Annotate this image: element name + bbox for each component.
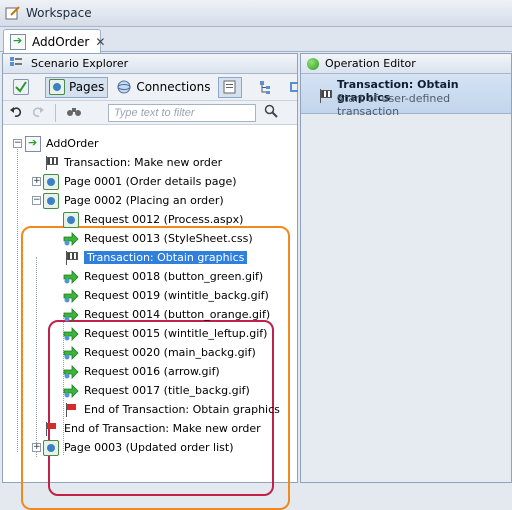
page-icon <box>43 173 59 190</box>
scenario-explorer-panel: Scenario Explorer Pages Connections Type… <box>2 53 339 510</box>
tree-node[interactable]: Request 0016 (arrow.gif) <box>63 363 220 380</box>
end-transaction-flag-icon <box>63 402 79 418</box>
transaction-flag-icon <box>43 155 59 171</box>
operation-banner: Transaction: Obtain graphics Start of us… <box>301 74 511 118</box>
view-details-button[interactable] <box>218 76 243 98</box>
scenario-icon <box>10 33 26 50</box>
tree-node[interactable]: Page 0002 (Placing an order) <box>43 192 224 209</box>
tab-addorder[interactable]: AddOrder ✕ <box>3 29 105 53</box>
request-page-icon <box>63 211 79 228</box>
collapse-expander[interactable]: − <box>13 139 22 148</box>
tree-node-label: End of Transaction: Make new order <box>64 422 261 435</box>
request-arrow-icon <box>63 307 79 323</box>
connections-toggle-button[interactable]: Connections <box>112 77 214 98</box>
operation-editor-title: Operation Editor <box>325 57 416 70</box>
tree-node-label: Page 0002 (Placing an order) <box>64 194 224 207</box>
expand-expander[interactable]: + <box>32 443 41 452</box>
tree-node-label: Request 0012 (Process.aspx) <box>84 213 244 226</box>
tree-node-label: Request 0016 (arrow.gif) <box>84 365 220 378</box>
tree-node-label: Request 0015 (wintitle_leftup.gif) <box>84 327 268 340</box>
pages-icon <box>49 79 65 95</box>
operation-editor-header: Operation Editor <box>301 54 511 74</box>
request-arrow-icon <box>63 364 79 380</box>
page-icon <box>43 439 59 456</box>
expand-expander[interactable]: + <box>32 177 41 186</box>
tree-node[interactable]: Request 0012 (Process.aspx) <box>63 211 243 228</box>
tree-node[interactable]: Request 0013 (StyleSheet.css) <box>63 230 253 247</box>
window-title: Workspace <box>26 6 92 20</box>
tree-node-label: Request 0017 (title_backg.gif) <box>84 384 250 397</box>
request-arrow-icon <box>63 269 79 285</box>
tree-node-label: Page 0003 (Updated order list) <box>64 441 234 454</box>
search-icon[interactable] <box>264 104 278 121</box>
tree-node-label: Transaction: Make new order <box>64 156 223 169</box>
operation-editor-panel: Operation Editor Transaction: Obtain gra… <box>300 53 512 483</box>
collapse-expander[interactable]: − <box>32 196 41 205</box>
scenario-tree: − AddOrder Transaction: Make new order +… <box>3 130 297 510</box>
check-button[interactable] <box>9 77 33 98</box>
filter-input[interactable] <box>108 103 256 122</box>
tree-node[interactable]: End of Transaction: Make new order <box>43 420 261 437</box>
check-icon <box>13 79 29 95</box>
request-arrow-icon <box>63 288 79 304</box>
tree-node[interactable]: Page 0003 (Updated order list) <box>43 439 234 456</box>
tree-node-label: Request 0018 (button_green.gif) <box>84 270 264 283</box>
end-transaction-flag-icon <box>43 421 59 437</box>
pages-toggle-button[interactable]: Pages <box>45 76 109 98</box>
operation-editor-icon <box>307 57 319 70</box>
tab-label: AddOrder <box>32 34 90 49</box>
explorer-icon <box>9 56 25 72</box>
connections-icon <box>116 79 132 95</box>
workspace-icon <box>5 5 21 21</box>
undo-icon[interactable] <box>9 104 23 121</box>
tree-expand-icon <box>258 79 274 95</box>
tree-root-label: AddOrder <box>46 137 99 150</box>
scenario-explorer-header: Scenario Explorer <box>3 54 297 74</box>
tree-node[interactable]: Request 0019 (wintitle_backg.gif) <box>63 287 269 304</box>
tree-node-label: Request 0019 (wintitle_backg.gif) <box>84 289 269 302</box>
transaction-flag-icon <box>317 88 333 104</box>
details-view-icon <box>222 79 238 95</box>
request-arrow-icon <box>63 231 79 247</box>
explorer-toolbar: Pages Connections <box>3 74 339 101</box>
tree-node[interactable]: Request 0020 (main_backg.gif) <box>63 344 256 361</box>
tree-connector <box>17 144 18 452</box>
scenario-explorer-title: Scenario Explorer <box>31 57 129 70</box>
tree-node[interactable]: Request 0015 (wintitle_leftup.gif) <box>63 325 267 342</box>
tree-node-label: Request 0020 (main_backg.gif) <box>84 346 256 359</box>
tree-node[interactable]: Transaction: Make new order <box>43 154 222 171</box>
connections-label: Connections <box>136 80 211 94</box>
close-icon[interactable]: ✕ <box>95 35 105 49</box>
tree-node-label: Page 0001 (Order details page) <box>64 175 237 188</box>
request-arrow-icon <box>63 383 79 399</box>
transaction-flag-icon <box>63 250 79 266</box>
request-arrow-icon <box>63 345 79 361</box>
expand-tree-button[interactable] <box>254 77 278 98</box>
request-arrow-icon <box>63 326 79 342</box>
operation-item-subtitle: Start of user-defined transaction <box>337 92 451 118</box>
window-titlebar: Workspace <box>0 0 512 27</box>
tree-node[interactable]: End of Transaction: Obtain graphics <box>63 401 280 418</box>
tree-node[interactable]: Request 0017 (title_backg.gif) <box>63 382 250 399</box>
page-icon <box>43 192 59 209</box>
find-binoculars-icon[interactable] <box>66 104 82 121</box>
document-tabstrip: AddOrder ✕ <box>0 27 512 53</box>
tree-node[interactable]: Request 0014 (button_orange.gif) <box>63 306 270 323</box>
tree-node[interactable]: Request 0018 (button_green.gif) <box>63 268 263 285</box>
scenario-icon <box>25 135 41 152</box>
tree-node-label: End of Transaction: Obtain graphics <box>84 403 280 416</box>
tree-node-label: Request 0013 (StyleSheet.css) <box>84 232 253 245</box>
tree-node-label: Transaction: Obtain graphics <box>84 251 248 264</box>
pages-label: Pages <box>69 80 105 94</box>
tree-node-selected[interactable]: Transaction: Obtain graphics <box>63 249 248 266</box>
explorer-filter-bar <box>3 101 297 125</box>
toolbar-separator <box>55 103 56 122</box>
tree-node-label: Request 0014 (button_orange.gif) <box>84 308 271 321</box>
tree-node[interactable]: Page 0001 (Order details page) <box>43 173 237 190</box>
tree-root[interactable]: AddOrder <box>25 135 99 152</box>
redo-icon[interactable] <box>31 104 45 121</box>
